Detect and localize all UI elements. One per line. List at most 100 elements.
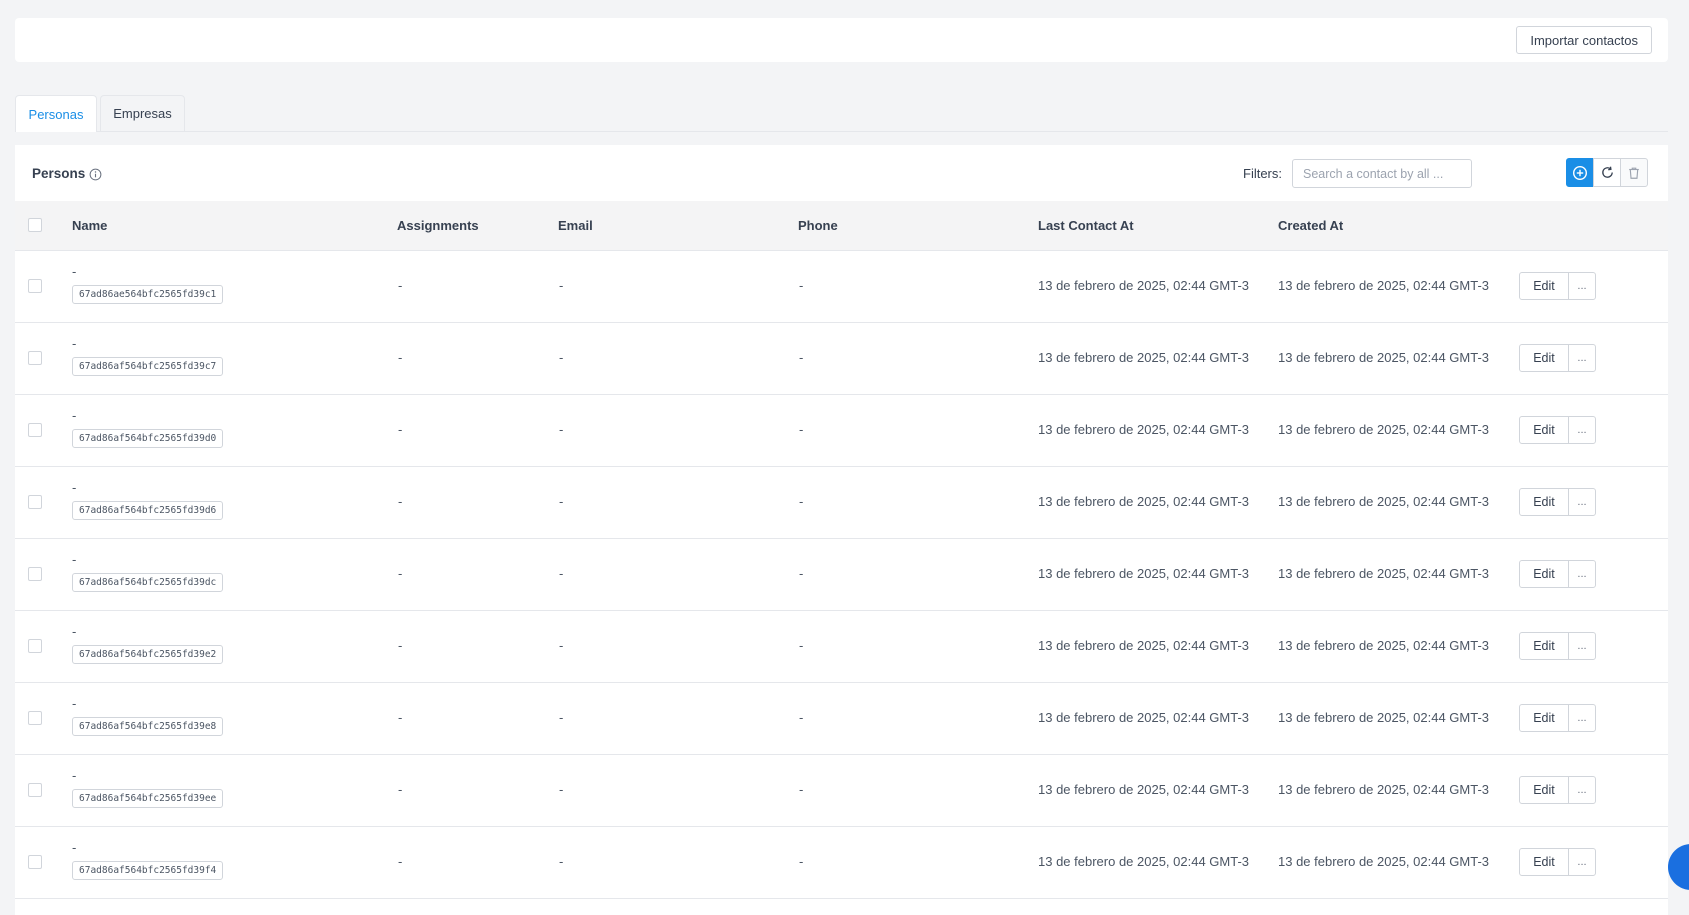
edit-button[interactable]: Edit [1519,632,1569,660]
row-actions: Edit... [1519,272,1596,300]
phone-cell: - [799,638,804,653]
last-contact-cell: 13 de febrero de 2025, 02:44 GMT-3 [1038,710,1250,725]
more-options-button[interactable]: ... [1568,560,1596,588]
row-actions: Edit... [1519,848,1596,876]
help-floating-button[interactable] [1668,844,1689,890]
more-options-button[interactable]: ... [1568,272,1596,300]
row-actions: Edit... [1519,632,1596,660]
contact-name[interactable]: - [72,552,76,567]
info-icon[interactable] [89,168,102,181]
tab-empresas[interactable]: Empresas [100,95,185,131]
last-contact-cell: 13 de febrero de 2025, 02:44 GMT-3 [1038,782,1250,797]
row-checkbox[interactable] [28,423,42,437]
assignments-cell: - [398,350,403,365]
contact-id-tag: 67ad86ae564bfc2565fd39c1 [72,285,224,304]
contact-name[interactable]: - [72,840,76,855]
column-created-at[interactable]: Created At [1278,218,1343,233]
add-contact-button[interactable] [1566,158,1594,187]
column-assignments[interactable]: Assignments [397,218,479,233]
created-at-cell: 13 de febrero de 2025, 02:44 GMT-3 [1278,350,1490,365]
edit-button[interactable]: Edit [1519,560,1569,588]
email-cell: - [559,782,564,797]
contact-name[interactable]: - [72,480,76,495]
created-at-cell: 13 de febrero de 2025, 02:44 GMT-3 [1278,638,1490,653]
refresh-button[interactable] [1593,158,1621,187]
table-header: Name Assignments Email Phone Last Contac… [15,201,1668,251]
contact-name[interactable]: - [72,768,76,783]
refresh-icon [1601,166,1613,178]
top-toolbar: Importar contactos [15,18,1668,62]
contact-id-tag: 67ad86af564bfc2565fd39c7 [72,357,224,376]
edit-button[interactable]: Edit [1519,416,1569,444]
row-checkbox[interactable] [28,495,42,509]
row-checkbox[interactable] [28,783,42,797]
edit-button[interactable]: Edit [1519,776,1569,804]
assignments-cell: - [398,566,403,581]
more-options-button[interactable]: ... [1568,704,1596,732]
filters-label: Filters: [1243,166,1282,181]
table-row: - 67ad86af564bfc2565fd39c7 - - - 13 de febrer… [15,323,1668,395]
table-actions [1566,158,1648,187]
more-options-button[interactable]: ... [1568,416,1596,444]
last-contact-cell: 13 de febrero de 2025, 02:44 GMT-3 [1038,278,1250,293]
column-email[interactable]: Email [558,218,593,233]
column-phone[interactable]: Phone [798,218,838,233]
card-title: Persons [32,166,86,181]
contact-name[interactable]: - [72,336,76,351]
card-header: Persons Filters: [15,145,1668,201]
contact-name[interactable]: - [72,696,76,711]
more-options-button[interactable]: ... [1568,344,1596,372]
edit-button[interactable]: Edit [1519,848,1569,876]
phone-cell: - [799,278,804,293]
assignments-cell: - [398,782,403,797]
more-options-button[interactable]: ... [1568,848,1596,876]
import-contacts-button[interactable]: Importar contactos [1516,26,1652,54]
email-cell: - [559,566,564,581]
column-name[interactable]: Name [72,218,107,233]
more-options-button[interactable]: ... [1568,488,1596,516]
delete-button[interactable] [1620,158,1648,187]
last-contact-cell: 13 de febrero de 2025, 02:44 GMT-3 [1038,566,1250,581]
phone-cell: - [799,350,804,365]
last-contact-cell: 13 de febrero de 2025, 02:44 GMT-3 [1038,638,1250,653]
row-checkbox[interactable] [28,567,42,581]
contact-id-tag: 67ad86af564bfc2565fd39e8 [72,717,224,736]
email-cell: - [559,278,564,293]
row-actions: Edit... [1519,416,1596,444]
contact-name[interactable]: - [72,264,76,279]
edit-button[interactable]: Edit [1519,704,1569,732]
more-options-button[interactable]: ... [1568,632,1596,660]
row-checkbox[interactable] [28,351,42,365]
created-at-cell: 13 de febrero de 2025, 02:44 GMT-3 [1278,278,1490,293]
row-checkbox[interactable] [28,711,42,725]
search-input[interactable] [1292,159,1472,188]
row-actions: Edit... [1519,488,1596,516]
assignments-cell: - [398,638,403,653]
plus-circle-icon [1572,165,1588,180]
last-contact-cell: 13 de febrero de 2025, 02:44 GMT-3 [1038,854,1250,869]
column-last-contact-at[interactable]: Last Contact At [1038,218,1134,233]
row-checkbox[interactable] [28,279,42,293]
phone-cell: - [799,854,804,869]
row-checkbox[interactable] [28,855,42,869]
created-at-cell: 13 de febrero de 2025, 02:44 GMT-3 [1278,422,1490,437]
tab-personas[interactable]: Personas [15,95,97,132]
table-row: - 67ad86af564bfc2565fd39d0 - - - 13 de febrer… [15,395,1668,467]
contact-name[interactable]: - [72,624,76,639]
email-cell: - [559,854,564,869]
row-checkbox[interactable] [28,639,42,653]
email-cell: - [559,638,564,653]
contact-id-tag: 67ad86af564bfc2565fd39d0 [72,429,224,448]
edit-button[interactable]: Edit [1519,272,1569,300]
email-cell: - [559,350,564,365]
table-row: - 67ad86af564bfc2565fd39dc - - - 13 de febrer… [15,539,1668,611]
trash-icon [1629,167,1639,179]
contact-name[interactable]: - [72,408,76,423]
edit-button[interactable]: Edit [1519,488,1569,516]
edit-button[interactable]: Edit [1519,344,1569,372]
more-options-button[interactable]: ... [1568,776,1596,804]
select-all-checkbox[interactable] [28,218,42,232]
last-contact-cell: 13 de febrero de 2025, 02:44 GMT-3 [1038,422,1250,437]
tab-bar: Personas Empresas [15,95,1668,132]
created-at-cell: 13 de febrero de 2025, 02:44 GMT-3 [1278,710,1490,725]
